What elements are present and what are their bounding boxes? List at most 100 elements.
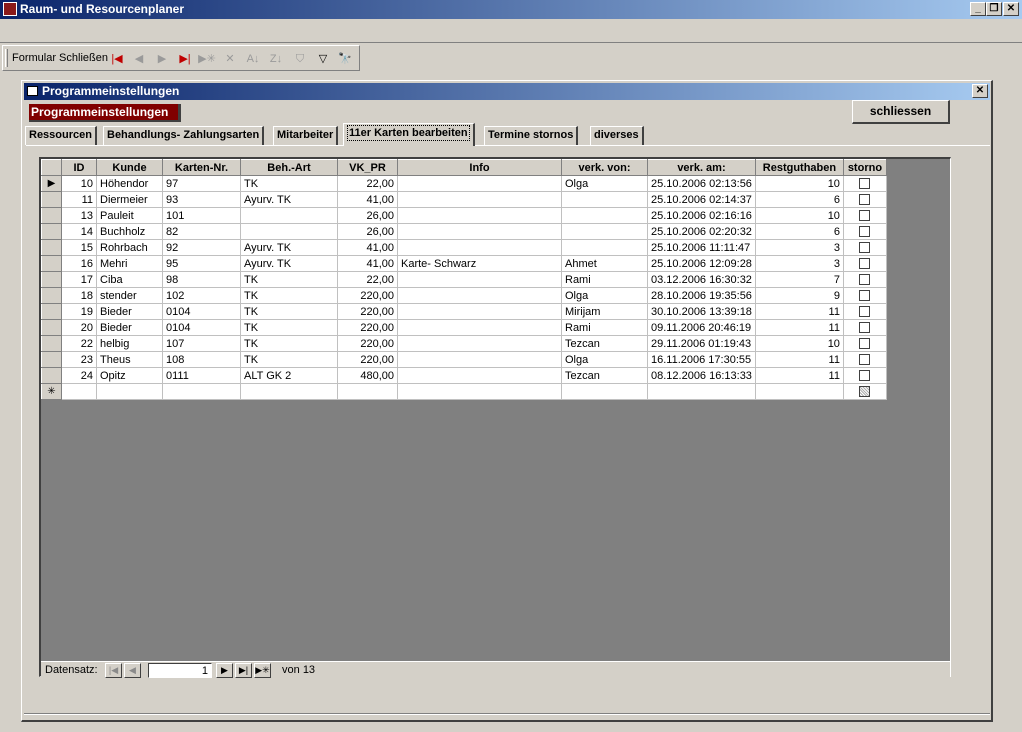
table-cell[interactable]: 6 <box>755 191 844 208</box>
table-cell[interactable]: 24 <box>61 367 97 384</box>
minimize-button[interactable]: _ <box>970 2 986 16</box>
storno-checkbox[interactable] <box>859 210 871 222</box>
tab-mitarbeiter[interactable]: Mitarbeiter <box>273 126 339 145</box>
table-cell[interactable] <box>397 351 562 368</box>
app-close-button[interactable]: ✕ <box>1003 2 1019 16</box>
table-cell[interactable]: 25.10.2006 02:13:56 <box>647 175 756 192</box>
table-cell[interactable]: Bieder <box>96 319 163 336</box>
table-row[interactable]: 11 Diermeier 93 Ayurv. TK 41,00 25.10.2006 02… <box>41 191 887 208</box>
table-row[interactable]: 22 helbig 107 TK 220,00 Tezcan 29.11.2006 01:1… <box>41 335 887 352</box>
storno-checkbox[interactable] <box>859 354 871 366</box>
table-cell[interactable]: 11 <box>755 303 844 320</box>
table-cell[interactable] <box>397 271 562 288</box>
column-header[interactable]: verk. von: <box>561 159 648 176</box>
table-cell[interactable]: 0104 <box>162 319 241 336</box>
form-icon[interactable] <box>27 86 38 96</box>
column-header[interactable]: ID <box>61 159 97 176</box>
form-close-button[interactable]: ✕ <box>972 84 988 98</box>
table-cell[interactable]: 220,00 <box>337 319 398 336</box>
table-cell[interactable]: Olga <box>561 351 648 368</box>
table-cell[interactable]: 11 <box>755 319 844 336</box>
table-cell[interactable]: Bieder <box>96 303 163 320</box>
table-cell[interactable]: 82 <box>162 223 241 240</box>
table-cell[interactable]: TK <box>240 303 338 320</box>
table-cell[interactable]: TK <box>240 335 338 352</box>
table-cell[interactable]: Mehri <box>96 255 163 272</box>
table-cell[interactable]: 10 <box>755 335 844 352</box>
table-cell[interactable] <box>240 207 338 224</box>
table-cell[interactable]: TK <box>240 271 338 288</box>
app-icon[interactable] <box>3 2 17 16</box>
table-cell[interactable]: Olga <box>561 287 648 304</box>
storno-cell[interactable] <box>843 207 887 224</box>
new-record-row[interactable]: ✳ <box>41 383 887 400</box>
table-cell[interactable] <box>397 335 562 352</box>
toolbar-grip[interactable] <box>5 49 8 67</box>
storno-checkbox[interactable] <box>859 194 871 206</box>
table-cell[interactable]: 220,00 <box>337 287 398 304</box>
table-cell[interactable] <box>397 383 562 400</box>
storno-cell[interactable] <box>843 239 887 256</box>
table-cell[interactable]: 220,00 <box>337 303 398 320</box>
storno-checkbox[interactable] <box>859 370 871 382</box>
table-cell[interactable]: Rami <box>561 319 648 336</box>
table-cell[interactable] <box>397 287 562 304</box>
column-header[interactable]: Kunde <box>96 159 163 176</box>
table-cell[interactable]: 92 <box>162 239 241 256</box>
column-header[interactable]: Beh.-Art <box>240 159 338 176</box>
table-cell[interactable]: Ciba <box>96 271 163 288</box>
table-row[interactable]: 17 Ciba 98 TK 22,00 Rami 03.12.2006 16:30:32 7 <box>41 271 887 288</box>
table-cell[interactable]: 25.10.2006 02:20:32 <box>647 223 756 240</box>
first-record-icon[interactable]: |◀ <box>108 50 126 68</box>
table-cell[interactable]: 41,00 <box>337 239 398 256</box>
table-cell[interactable]: Ahmet <box>561 255 648 272</box>
table-cell[interactable]: 15 <box>61 239 97 256</box>
table-cell[interactable]: 102 <box>162 287 241 304</box>
table-cell[interactable]: Diermeier <box>96 191 163 208</box>
row-selector[interactable] <box>41 351 62 368</box>
storno-checkbox[interactable] <box>859 226 871 238</box>
row-selector[interactable] <box>41 367 62 384</box>
table-cell[interactable]: ALT GK 2 <box>240 367 338 384</box>
row-selector[interactable] <box>41 271 62 288</box>
tab-11er-karten-bearbeiten[interactable]: 11er Karten bearbeiten <box>343 123 475 146</box>
table-cell[interactable]: 25.10.2006 02:14:37 <box>647 191 756 208</box>
column-header[interactable]: storno <box>842 159 887 176</box>
storno-checkbox[interactable] <box>859 386 871 398</box>
table-cell[interactable]: 09.11.2006 20:46:19 <box>647 319 756 336</box>
table-cell[interactable]: Pauleit <box>96 207 163 224</box>
storno-cell[interactable] <box>843 303 887 320</box>
table-cell[interactable]: Höhendor <box>96 175 163 192</box>
column-header[interactable]: Karten-Nr. <box>162 159 241 176</box>
table-cell[interactable]: Olga <box>561 175 648 192</box>
restore-button[interactable]: ❐ <box>986 2 1002 16</box>
table-cell[interactable] <box>561 223 648 240</box>
table-cell[interactable] <box>397 207 562 224</box>
table-cell[interactable]: 26,00 <box>337 207 398 224</box>
table-row[interactable]: 23 Theus 108 TK 220,00 Olga 16.11.2006 17:30:5… <box>41 351 887 368</box>
nav-last-record-button[interactable]: ▶| <box>235 663 252 678</box>
table-cell[interactable]: 10 <box>755 175 844 192</box>
table-cell[interactable]: 11 <box>755 367 844 384</box>
column-header[interactable]: verk. am: <box>647 159 756 176</box>
storno-checkbox[interactable] <box>859 306 871 318</box>
table-cell[interactable] <box>397 191 562 208</box>
table-cell[interactable]: helbig <box>96 335 163 352</box>
table-cell[interactable]: Buchholz <box>96 223 163 240</box>
table-cell[interactable]: 25.10.2006 12:09:28 <box>647 255 756 272</box>
table-cell[interactable] <box>397 223 562 240</box>
table-cell[interactable]: 14 <box>61 223 97 240</box>
table-cell[interactable]: 17 <box>61 271 97 288</box>
table-cell[interactable]: TK <box>240 319 338 336</box>
row-selector[interactable] <box>41 303 62 320</box>
storno-cell[interactable] <box>843 287 887 304</box>
table-cell[interactable] <box>561 191 648 208</box>
table-cell[interactable] <box>162 383 241 400</box>
table-cell[interactable]: 9 <box>755 287 844 304</box>
nav-new-record-button[interactable]: ▶✳ <box>254 663 271 678</box>
tab-ressourcen[interactable]: Ressourcen <box>25 126 97 145</box>
table-cell[interactable]: 08.12.2006 16:13:33 <box>647 367 756 384</box>
nav-prev-record-button[interactable]: ◀ <box>124 663 141 678</box>
table-cell[interactable] <box>755 383 844 400</box>
table-cell[interactable]: Mirijam <box>561 303 648 320</box>
